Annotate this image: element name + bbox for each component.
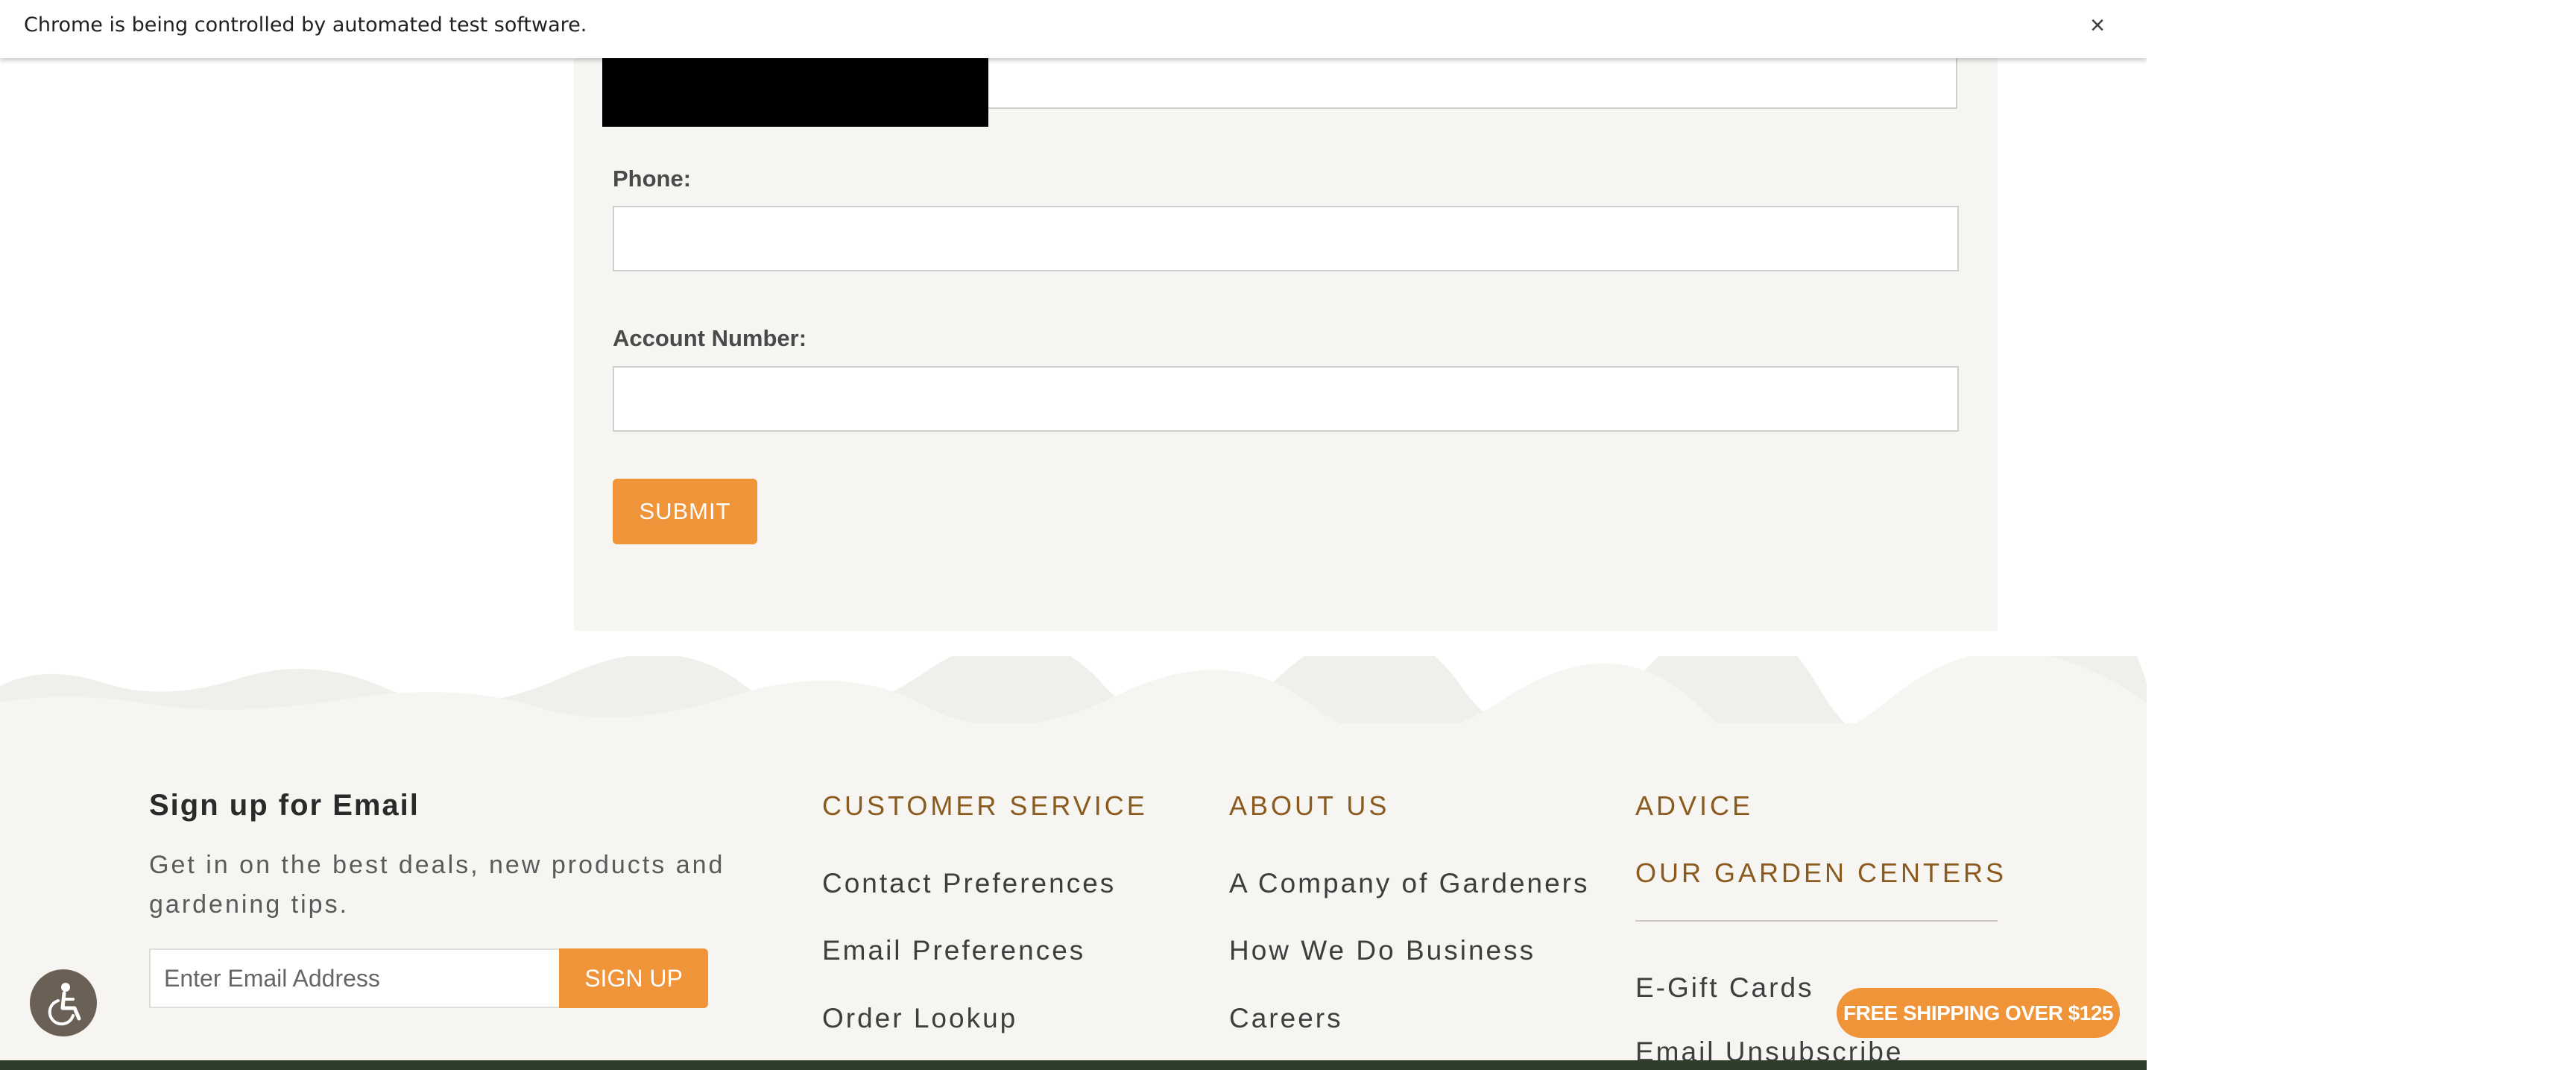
accessibility-button[interactable] <box>30 969 97 1036</box>
footer-link-e-gift-cards[interactable]: E-Gift Cards <box>1635 972 1814 1004</box>
footer-link-email-preferences[interactable]: Email Preferences <box>822 935 1085 966</box>
footer-link-how-we-do-business[interactable]: How We Do Business <box>1229 935 1535 966</box>
advice-heading[interactable]: ADVICE <box>1635 790 1753 822</box>
email-signup-description: Get in on the best deals, new products a… <box>149 851 725 919</box>
footer-link-company-of-gardeners[interactable]: A Company of Gardeners <box>1229 868 1590 899</box>
outside-viewport-area <box>2147 0 2576 1070</box>
account-number-input[interactable] <box>613 366 1959 432</box>
redacted-block <box>602 57 988 127</box>
phone-input[interactable] <box>613 206 1959 271</box>
garden-centers-heading[interactable]: OUR GARDEN CENTERS <box>1635 857 2007 889</box>
footer-link-order-lookup[interactable]: Order Lookup <box>822 1003 1017 1034</box>
infobar-message: Chrome is being controlled by automated … <box>24 13 587 37</box>
email-signup-input[interactable] <box>149 948 561 1008</box>
wheelchair-icon <box>48 983 81 1026</box>
column-divider <box>1635 920 1998 922</box>
footer-link-careers[interactable]: Careers <box>1229 1003 1343 1034</box>
site-footer: Sign up for Email Get in on the best dea… <box>0 656 2147 1070</box>
free-shipping-badge[interactable]: FREE SHIPPING OVER $125 <box>1837 988 2120 1038</box>
brush-edge-decoration <box>0 656 2147 723</box>
customer-service-heading: CUSTOMER SERVICE <box>822 790 1148 821</box>
submit-button[interactable]: SUBMIT <box>613 479 757 544</box>
sign-up-button[interactable]: SIGN UP <box>559 948 708 1008</box>
close-icon[interactable]: × <box>2081 9 2114 42</box>
phone-label: Phone: <box>613 166 692 192</box>
email-signup-title: Sign up for Email <box>149 789 420 822</box>
account-number-label: Account Number: <box>613 325 807 351</box>
browser-viewport: Chrome is being controlled by automated … <box>0 0 2147 1070</box>
automation-infobar: Chrome is being controlled by automated … <box>0 0 2147 58</box>
about-us-heading: ABOUT US <box>1229 790 1390 821</box>
footer-link-contact-preferences[interactable]: Contact Preferences <box>822 868 1116 899</box>
footer-image-strip <box>0 1060 2147 1070</box>
